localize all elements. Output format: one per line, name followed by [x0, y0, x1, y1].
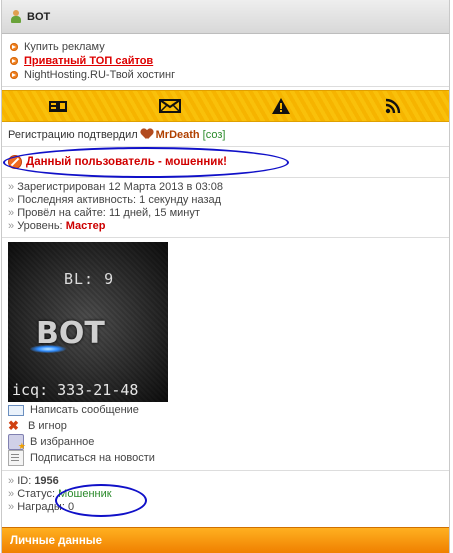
ad-links: Купить рекламу Приватный ТОП сайтов Nigh…	[2, 34, 449, 87]
ad-link-2[interactable]: NightHosting.RU-Твой хостинг	[10, 68, 449, 82]
arrow-bullet-icon	[10, 71, 18, 79]
action-label[interactable]: В избранное	[30, 436, 94, 448]
ad-link-label[interactable]: NightHosting.RU-Твой хостинг	[24, 69, 175, 81]
user-stats: » Зарегистрирован 12 Марта 2013 в 03:08 …	[2, 178, 449, 238]
stat-registered: » Зарегистрирован 12 Марта 2013 в 03:08	[8, 181, 223, 193]
arrow-bullet-icon	[10, 57, 18, 65]
arrow-bullet-icon	[10, 43, 18, 51]
stat-level: » Уровень: Мастер	[8, 220, 106, 232]
subscribe-news-button[interactable]: Подписаться на новости	[8, 450, 449, 466]
registration-confirmation: Регистрацию подтвердил MrDeath [соз]	[2, 122, 449, 147]
info-id: » ID: 1956	[8, 475, 59, 487]
fraud-warning-text: Данный пользователь - мошенник!	[26, 156, 227, 168]
avatar-flare	[30, 345, 66, 353]
confirmer-link[interactable]: MrDeath	[156, 129, 200, 141]
prohibited-icon	[8, 155, 22, 169]
action-label[interactable]: В игнор	[28, 420, 67, 432]
info-awards: » Награды: 0	[8, 501, 75, 513]
send-message-button[interactable]: Написать сообщение	[8, 402, 449, 418]
profile-actions: Написать сообщение ✖ В игнор В избранное…	[2, 402, 449, 471]
envelope-icon[interactable]	[158, 96, 182, 116]
ignore-icon: ✖	[8, 418, 19, 433]
stat-last-activity: » Последняя активность: 1 секунду назад	[8, 194, 222, 206]
window-titlebar: BOT	[2, 0, 449, 34]
ignore-button[interactable]: ✖ В игнор	[8, 418, 449, 434]
personal-data-title: Личные данные	[10, 534, 102, 547]
user-icon	[10, 9, 22, 24]
rss-icon[interactable]	[381, 96, 405, 116]
favorite-icon	[8, 434, 26, 452]
news-icon	[8, 450, 24, 466]
window-title: BOT	[27, 10, 51, 23]
user-info: » ID: 1956 » Статус: Мошенник » Награды:…	[2, 471, 449, 517]
ad-link-1[interactable]: Приватный ТОП сайтов	[10, 54, 449, 68]
contact-card-icon[interactable]	[46, 96, 70, 116]
action-label[interactable]: Подписаться на новости	[30, 452, 155, 464]
profile-toolbar	[2, 90, 449, 122]
warning-icon[interactable]	[269, 96, 293, 116]
avatar-icq-text: icq: 333-21-48	[12, 381, 139, 399]
heart-icon	[141, 129, 153, 140]
stat-time-on-site: » Провёл на сайте: 11 дней, 15 минут	[8, 207, 200, 219]
ad-link-label[interactable]: Купить рекламу	[24, 41, 105, 53]
info-status: » Статус: Мошенник	[8, 488, 112, 500]
fraud-warning: Данный пользователь - мошенник!	[2, 147, 449, 178]
avatar-container: BL: 9 BOT icq: 333-21-48	[2, 238, 449, 402]
ad-link-0[interactable]: Купить рекламу	[10, 40, 449, 54]
avatar: BL: 9 BOT icq: 333-21-48	[8, 242, 168, 402]
registration-prefix: Регистрацию подтвердил	[8, 128, 138, 141]
envelope-icon	[8, 404, 24, 416]
favorite-button[interactable]: В избранное	[8, 434, 449, 452]
avatar-bl-text: BL: 9	[64, 270, 115, 288]
ad-link-label[interactable]: Приватный ТОП сайтов	[24, 55, 153, 67]
personal-data-header[interactable]: Личные данные	[2, 527, 449, 553]
action-label[interactable]: Написать сообщение	[30, 404, 139, 416]
confirmer-tag: [соз]	[202, 128, 226, 141]
profile-panel: BOT Купить рекламу Приватный ТОП сайтов …	[1, 0, 450, 553]
